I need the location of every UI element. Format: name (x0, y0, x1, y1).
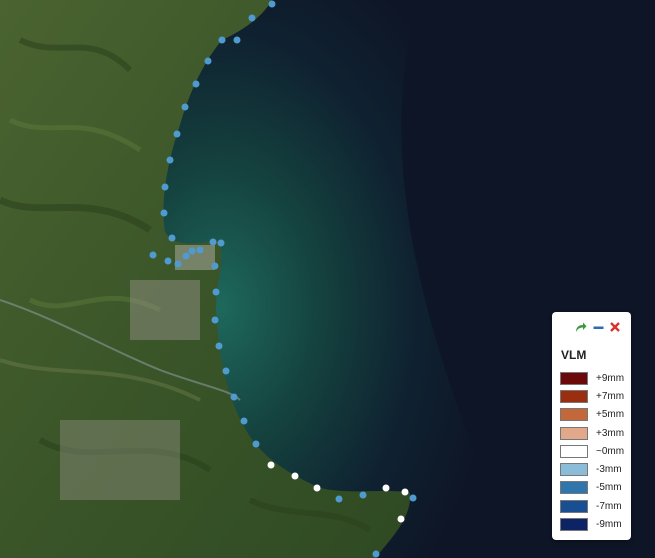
station-point[interactable] (211, 262, 219, 270)
station-point[interactable] (161, 183, 169, 191)
legend-swatch (560, 426, 588, 440)
station-point[interactable] (252, 440, 260, 448)
legend-item: -5mm (560, 479, 624, 497)
legend-swatch (560, 481, 588, 495)
legend-label: -3mm (596, 464, 622, 476)
station-point[interactable] (166, 156, 174, 164)
station-point[interactable] (196, 246, 204, 254)
station-point[interactable] (211, 316, 219, 324)
station-point[interactable] (174, 260, 182, 268)
station-point[interactable] (217, 239, 225, 247)
station-point[interactable] (372, 550, 380, 558)
legend-title: VLM (561, 348, 587, 362)
legend-controls (575, 321, 621, 333)
legend-item: -3mm (560, 460, 624, 478)
station-point[interactable] (233, 36, 241, 44)
station-point[interactable] (182, 252, 190, 260)
legend-label: -9mm (596, 519, 622, 531)
station-point[interactable] (181, 103, 189, 111)
share-arrow-icon[interactable] (575, 321, 587, 333)
station-point[interactable] (268, 0, 276, 8)
station-point[interactable] (335, 495, 343, 503)
legend-swatch (560, 499, 588, 513)
legend-items: +9mm +7mm +5mm +3mm ~0mm -3mm -5mm -7mm -9mm (560, 369, 624, 534)
legend-label: -7mm (596, 500, 622, 512)
close-icon[interactable] (609, 321, 621, 333)
legend-label: ~0mm (596, 445, 625, 457)
station-point[interactable] (240, 417, 248, 425)
legend-swatch (560, 518, 588, 532)
legend-swatch (560, 371, 588, 385)
station-point[interactable] (164, 257, 172, 265)
station-point[interactable] (149, 251, 157, 259)
station-point[interactable] (222, 367, 230, 375)
legend-label: -5mm (596, 482, 622, 494)
legend-label: +3mm (596, 427, 625, 439)
station-point[interactable] (160, 209, 168, 217)
station-point[interactable] (215, 342, 223, 350)
legend-item: +3mm (560, 424, 624, 442)
station-point[interactable] (382, 484, 390, 492)
legend-label: +5mm (596, 409, 625, 421)
station-point[interactable] (248, 14, 256, 22)
legend-label: +9mm (596, 372, 625, 384)
legend-item: ~0mm (560, 442, 624, 460)
legend-label: +7mm (596, 390, 625, 402)
station-point[interactable] (359, 491, 367, 499)
station-point[interactable] (267, 461, 275, 469)
station-point[interactable] (397, 515, 405, 523)
station-point[interactable] (173, 130, 181, 138)
minimize-icon[interactable] (592, 321, 604, 333)
station-point[interactable] (209, 238, 217, 246)
station-point[interactable] (192, 80, 200, 88)
station-point[interactable] (212, 288, 220, 296)
legend-item: +7mm (560, 387, 624, 405)
legend-item: +5mm (560, 406, 624, 424)
legend-panel: VLM +9mm +7mm +5mm +3mm ~0mm -3mm -5mm -7mm -9mm (552, 312, 631, 540)
legend-swatch (560, 444, 588, 458)
station-point[interactable] (230, 393, 238, 401)
station-point[interactable] (204, 57, 212, 65)
legend-swatch (560, 389, 588, 403)
station-point[interactable] (188, 247, 196, 255)
legend-swatch (560, 408, 588, 422)
station-point[interactable] (401, 488, 409, 496)
station-point[interactable] (313, 484, 321, 492)
legend-item: -7mm (560, 497, 624, 515)
legend-swatch (560, 463, 588, 477)
station-point[interactable] (291, 472, 299, 480)
station-point[interactable] (409, 494, 417, 502)
legend-item: -9mm (560, 515, 624, 533)
station-point[interactable] (218, 36, 226, 44)
legend-item: +9mm (560, 369, 624, 387)
station-point[interactable] (168, 234, 176, 242)
